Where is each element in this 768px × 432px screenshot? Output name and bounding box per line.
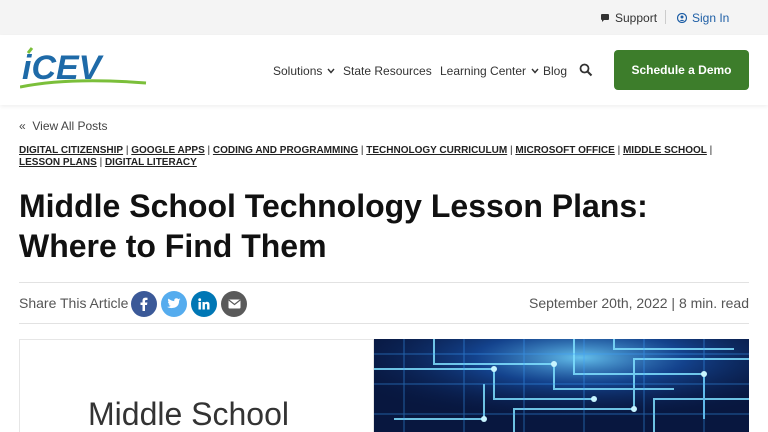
hero-image: Middle School — [19, 339, 749, 432]
icev-logo[interactable]: iCEV — [19, 47, 148, 93]
sign-in-link[interactable]: Sign In — [677, 11, 729, 25]
nav-learning-center[interactable]: Learning Center — [440, 64, 540, 78]
tag-link[interactable]: DIGITAL CITIZENSHIP — [19, 145, 123, 156]
utility-bar: Support Sign In — [0, 0, 768, 35]
circuit-board-image — [374, 339, 749, 432]
nav-state-resources-label: State Resources — [343, 64, 432, 78]
back-chevron-icon: « — [19, 119, 26, 133]
nav-blog[interactable]: Blog — [543, 64, 567, 78]
linkedin-icon — [198, 298, 210, 310]
share-bar: Share This Article September 20th, 2022 … — [19, 282, 749, 324]
sign-in-label: Sign In — [692, 11, 730, 25]
share-email-button[interactable] — [221, 291, 247, 317]
share-label: Share This Article — [19, 295, 129, 311]
chevron-down-icon — [531, 68, 539, 74]
tag-link[interactable]: TECHNOLOGY CURRICULUM — [366, 145, 507, 156]
email-icon — [227, 299, 241, 309]
schedule-demo-button[interactable]: Schedule a Demo — [614, 50, 749, 90]
nav-learning-center-label: Learning Center — [440, 64, 527, 78]
main-navbar: iCEV Solutions State Resources Learning … — [0, 35, 768, 105]
hero-title-panel: Middle School — [19, 339, 374, 432]
chevron-down-icon — [327, 68, 335, 74]
user-icon — [677, 13, 687, 23]
tag-link[interactable]: GOOGLE APPS — [131, 145, 205, 156]
article-tags: DIGITAL CITIZENSHIP | GOOGLE APPS | CODI… — [19, 145, 713, 168]
share-facebook-button[interactable] — [131, 291, 157, 317]
chat-bubble-icon — [601, 14, 609, 22]
article-date-readtime: September 20th, 2022 | 8 min. read — [529, 295, 749, 311]
tag-link[interactable]: DIGITAL LITERACY — [105, 157, 197, 168]
article-title: Middle School Technology Lesson Plans: W… — [19, 188, 648, 264]
hero-title-text: Middle School — [88, 396, 289, 432]
nav-blog-label: Blog — [543, 64, 568, 78]
search-icon[interactable] — [579, 63, 593, 77]
support-label: Support — [615, 11, 658, 25]
tag-link[interactable]: MICROSOFT OFFICE — [515, 145, 614, 156]
topbar-divider — [665, 10, 666, 24]
nav-state-resources[interactable]: State Resources — [343, 64, 432, 78]
tag-link[interactable]: MIDDLE SCHOOL — [623, 145, 707, 156]
nav-solutions-label: Solutions — [273, 64, 323, 78]
support-link[interactable]: Support — [600, 11, 657, 25]
tag-link[interactable]: CODING AND PROGRAMMING — [213, 145, 358, 156]
facebook-icon — [140, 297, 148, 311]
nav-solutions[interactable]: Solutions — [273, 64, 336, 78]
view-all-posts-link[interactable]: « View All Posts — [19, 119, 108, 133]
twitter-icon — [167, 298, 181, 309]
tag-link[interactable]: LESSON PLANS — [19, 157, 97, 168]
share-linkedin-button[interactable] — [191, 291, 217, 317]
view-all-posts-label: View All Posts — [32, 119, 108, 133]
share-twitter-button[interactable] — [161, 291, 187, 317]
